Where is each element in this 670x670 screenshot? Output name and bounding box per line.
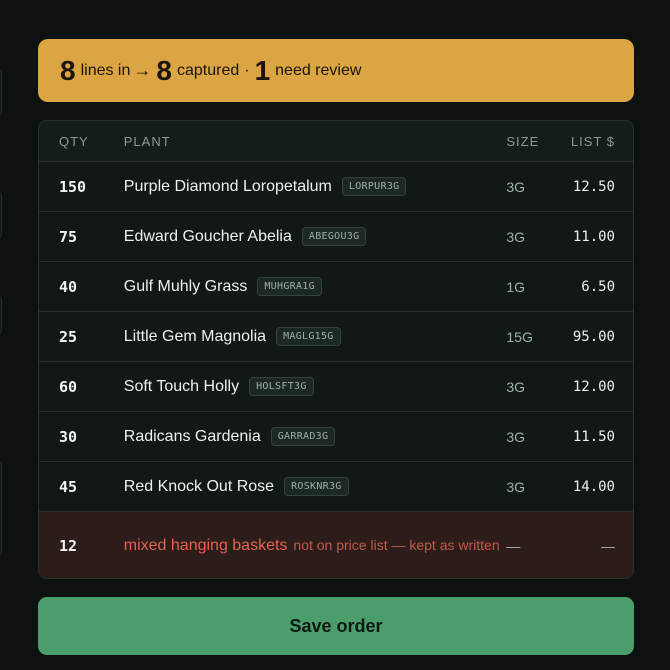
captured-count: 8: [156, 54, 172, 86]
save-order-button[interactable]: Save order: [38, 597, 634, 655]
row-plant-name: Purple Diamond Loropetalum: [123, 177, 332, 195]
flagged-qty: 12: [59, 536, 78, 555]
table-row[interactable]: 25 Little Gem Magnolia MAGLG15G 15G 95.00: [39, 312, 633, 362]
row-qty: 25: [59, 327, 78, 346]
edge-panel: [0, 70, 2, 116]
row-sku-badge: ROSKNR3G: [284, 477, 349, 496]
row-size: 3G: [506, 228, 526, 245]
flagged-price: —: [601, 537, 615, 554]
edge-panel: [0, 462, 2, 556]
arrow-icon: →: [133, 60, 152, 80]
row-size: 1G: [506, 278, 526, 295]
edge-panel: [0, 296, 2, 334]
row-plant-name: Soft Touch Holly: [123, 377, 240, 395]
row-plant-name: Little Gem Magnolia: [123, 327, 267, 345]
summary-separator: ·: [244, 61, 250, 79]
row-sku-badge: HOLSFT3G: [249, 377, 314, 396]
row-plant-name: Gulf Muhly Grass: [123, 277, 248, 295]
row-qty: 30: [59, 427, 78, 446]
header-size: SIZE: [506, 133, 540, 149]
header-qty: QTY: [59, 133, 89, 149]
row-price: 14.00: [572, 478, 615, 495]
summary-banner: 8 lines in → 8 captured · 1 need review: [38, 39, 634, 102]
table-row[interactable]: 30 Radicans Gardenia GARRAD3G 3G 11.50: [39, 412, 633, 462]
lines-in-count: 8: [60, 54, 76, 86]
row-price: 12.50: [572, 178, 615, 195]
row-sku-badge: LORPUR3G: [341, 177, 407, 196]
captured-label: captured: [176, 61, 240, 79]
row-qty: 75: [59, 227, 78, 246]
flagged-note: not on price list — kept as written: [293, 537, 500, 553]
row-qty: 45: [59, 477, 78, 496]
row-size: 3G: [506, 428, 526, 445]
order-table: QTY PLANT SIZE LIST $ 150 Purple Diamond…: [38, 120, 634, 579]
flagged-size: —: [506, 537, 521, 554]
table-row[interactable]: 60 Soft Touch Holly HOLSFT3G 3G 12.00: [39, 362, 633, 412]
row-price: 11.00: [572, 228, 615, 245]
lines-in-label: lines in: [80, 61, 131, 79]
row-sku-badge: GARRAD3G: [270, 427, 336, 446]
row-size: 15G: [506, 328, 533, 345]
row-size: 3G: [506, 378, 526, 395]
table-row[interactable]: 45 Red Knock Out Rose ROSKNR3G 3G 14.00: [39, 462, 633, 512]
row-qty: 60: [59, 377, 78, 396]
header-list-price: LIST $: [570, 133, 615, 149]
row-size: 3G: [506, 478, 526, 495]
row-sku-badge: MUHGRA1G: [257, 277, 322, 296]
row-sku-badge: ABEGOU3G: [301, 227, 367, 246]
table-header: QTY PLANT SIZE LIST $: [39, 121, 633, 162]
row-price: 11.50: [572, 428, 615, 445]
header-plant: PLANT: [123, 133, 171, 149]
row-size: 3G: [506, 178, 526, 195]
row-plant-name: Radicans Gardenia: [123, 427, 261, 445]
table-row[interactable]: 75 Edward Goucher Abelia ABEGOU3G 3G 11.0…: [39, 212, 633, 262]
row-sku-badge: MAGLG15G: [276, 327, 341, 346]
row-qty: 150: [59, 177, 87, 196]
row-price: 12.00: [572, 378, 615, 395]
row-plant-name: Red Knock Out Rose: [123, 477, 275, 495]
edge-panel: [0, 192, 2, 238]
row-price: 6.50: [581, 278, 615, 295]
flagged-item-name: mixed hanging baskets: [123, 537, 288, 554]
row-price: 95.00: [572, 328, 615, 345]
table-row[interactable]: 40 Gulf Muhly Grass MUHGRA1G 1G 6.50: [39, 262, 633, 312]
review-count: 1: [254, 54, 271, 86]
row-qty: 40: [59, 277, 78, 296]
review-label: need review: [275, 61, 362, 79]
flagged-row[interactable]: 12 mixed hanging baskets not on price lis…: [39, 512, 633, 578]
row-plant-name: Edward Goucher Abelia: [123, 227, 292, 245]
table-row[interactable]: 150 Purple Diamond Loropetalum LORPUR3G 3…: [39, 162, 633, 212]
